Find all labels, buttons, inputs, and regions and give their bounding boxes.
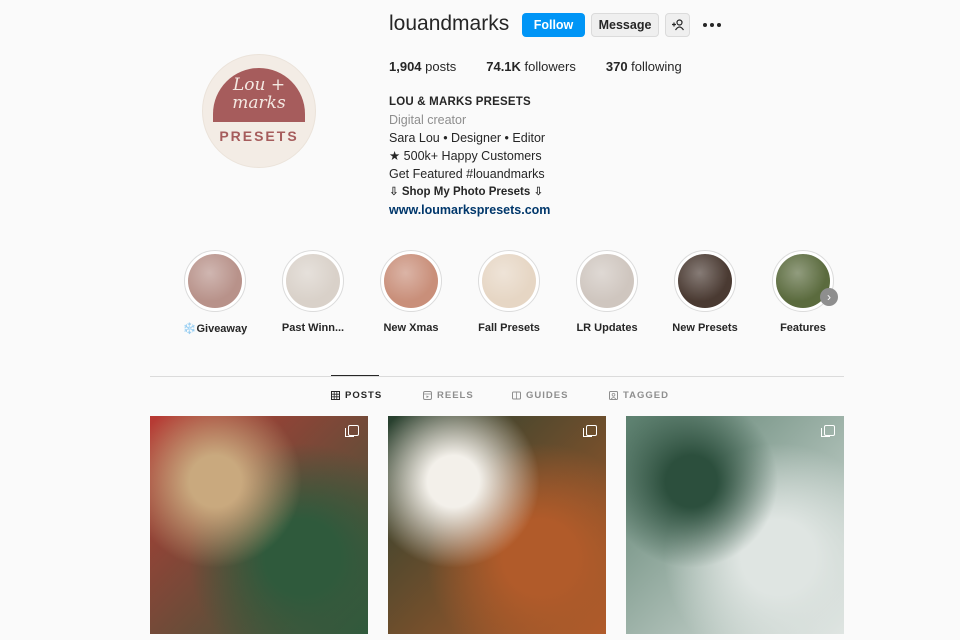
highlights-next-button[interactable]: › bbox=[820, 288, 838, 306]
bio-line: ★ 500k+ Happy Customers bbox=[389, 149, 542, 163]
highlight-item[interactable]: New Xmas bbox=[366, 250, 456, 334]
highlight-label: LR Updates bbox=[576, 322, 638, 334]
tab-tagged[interactable]: TAGGED bbox=[609, 390, 669, 401]
highlight-ring bbox=[380, 250, 442, 312]
follow-button[interactable]: Follow bbox=[522, 13, 585, 37]
post-image bbox=[150, 416, 368, 634]
highlight-ring bbox=[576, 250, 638, 312]
add-user-icon bbox=[671, 19, 684, 31]
posts-label: posts bbox=[421, 59, 457, 74]
story-highlights: ❄️Giveaway Past Winn... New Xmas Fall Pr… bbox=[170, 250, 840, 340]
post-thumbnail[interactable] bbox=[150, 416, 368, 634]
reels-icon bbox=[423, 391, 432, 400]
highlight-item[interactable]: Fall Presets bbox=[464, 250, 554, 334]
posts-count: 1,904 bbox=[389, 59, 422, 74]
highlight-cover bbox=[384, 254, 438, 308]
post-image bbox=[626, 416, 844, 634]
avatar-subtitle: PRESETS bbox=[219, 128, 299, 144]
more-icon-dot bbox=[717, 23, 721, 27]
add-user-button[interactable] bbox=[665, 13, 690, 37]
message-button[interactable]: Message bbox=[591, 13, 659, 37]
followers-stat[interactable]: 74.1K followers bbox=[486, 59, 576, 74]
more-options-button[interactable] bbox=[701, 14, 723, 36]
tab-label: TAGGED bbox=[623, 390, 669, 401]
highlight-ring bbox=[478, 250, 540, 312]
tab-label: GUIDES bbox=[526, 390, 569, 401]
highlight-label: Fall Presets bbox=[478, 322, 540, 334]
highlight-ring bbox=[184, 250, 246, 312]
tab-reels[interactable]: REELS bbox=[423, 390, 474, 401]
tab-posts[interactable]: POSTS bbox=[331, 390, 382, 401]
highlight-label: Past Winn... bbox=[281, 322, 345, 334]
following-stat[interactable]: 370 following bbox=[606, 59, 682, 74]
highlight-ring bbox=[282, 250, 344, 312]
bio-link[interactable]: www.loumarkspresets.com bbox=[389, 201, 550, 219]
chevron-right-icon: › bbox=[827, 290, 831, 304]
profile-stats: 1,904 posts 74.1K followers 370 followin… bbox=[389, 59, 712, 74]
bio-name: LOU & MARKS PRESETS bbox=[389, 96, 531, 108]
tagged-icon bbox=[609, 391, 618, 400]
profile-username: louandmarks bbox=[389, 12, 510, 35]
highlight-cover bbox=[580, 254, 634, 308]
following-count: 370 bbox=[605, 59, 628, 74]
highlight-item[interactable]: Past Winn... bbox=[268, 250, 358, 334]
avatar-script-line1: Lou + bbox=[232, 75, 286, 95]
bio-category: Digital creator bbox=[389, 113, 467, 127]
highlight-item[interactable]: LR Updates bbox=[562, 250, 652, 334]
posts-stat: 1,904 posts bbox=[389, 59, 456, 74]
post-thumbnail[interactable] bbox=[388, 416, 606, 634]
carousel-icon bbox=[583, 425, 597, 437]
highlight-cover bbox=[482, 254, 536, 308]
profile-avatar[interactable]: Lou + marks PRESETS bbox=[202, 54, 316, 168]
highlight-item[interactable]: ❄️Giveaway bbox=[170, 250, 260, 335]
post-thumbnail[interactable] bbox=[626, 416, 844, 634]
bio-line: Sara Lou • Designer • Editor bbox=[389, 131, 546, 145]
highlight-label: New Presets bbox=[672, 322, 738, 334]
tab-guides[interactable]: GUIDES bbox=[512, 390, 568, 401]
active-tab-indicator bbox=[331, 375, 379, 376]
avatar-script-line2: marks bbox=[232, 93, 286, 113]
followers-label: followers bbox=[520, 59, 576, 74]
highlight-cover bbox=[188, 254, 242, 308]
post-image bbox=[388, 416, 606, 634]
highlight-label: ❄️Giveaway bbox=[182, 323, 248, 335]
highlight-item[interactable]: New Presets bbox=[660, 250, 750, 334]
followers-count: 74.1K bbox=[486, 59, 521, 74]
tabs-divider bbox=[150, 376, 844, 377]
following-label: following bbox=[627, 59, 682, 74]
highlight-label: Features bbox=[780, 322, 826, 334]
tab-label: POSTS bbox=[345, 390, 383, 401]
bio-line: ⇩ Shop My Photo Presets ⇩ bbox=[389, 186, 544, 198]
highlight-cover bbox=[678, 254, 732, 308]
tab-label: REELS bbox=[437, 390, 474, 401]
guides-icon bbox=[512, 391, 521, 400]
grid-icon bbox=[331, 391, 340, 400]
more-icon bbox=[703, 23, 707, 27]
highlight-label: New Xmas bbox=[383, 322, 439, 334]
more-icon-dot bbox=[710, 23, 714, 27]
carousel-icon bbox=[821, 425, 835, 437]
carousel-icon bbox=[345, 425, 359, 437]
highlight-cover bbox=[286, 254, 340, 308]
bio-line: Get Featured #louandmarks bbox=[389, 167, 545, 181]
profile-bio: LOU & MARKS PRESETS Digital creator Sara… bbox=[389, 93, 550, 219]
highlight-ring bbox=[674, 250, 736, 312]
